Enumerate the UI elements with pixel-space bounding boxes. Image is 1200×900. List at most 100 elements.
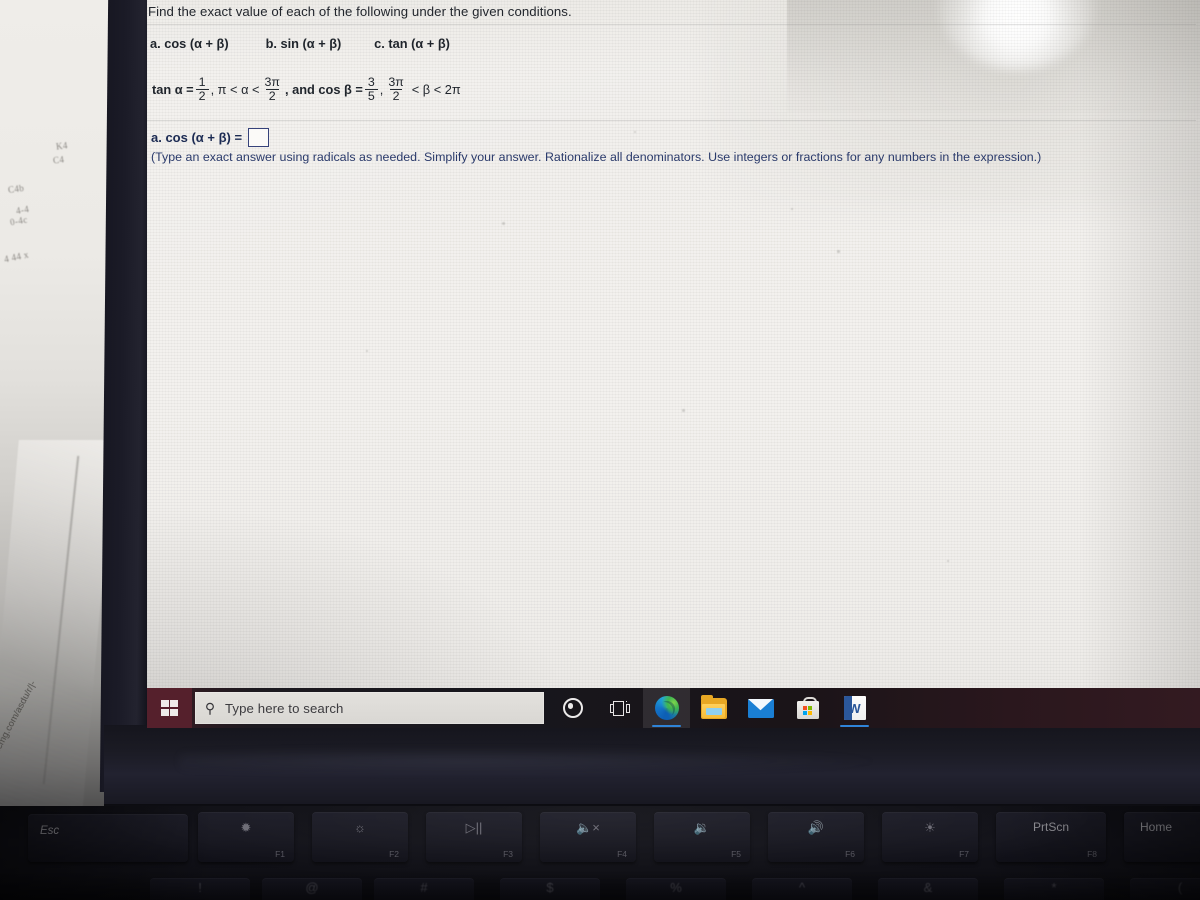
f4-key-label: F4 — [617, 849, 627, 859]
key-5[interactable]: % — [626, 878, 726, 900]
print-screen-label: PrtScn — [1032, 820, 1069, 834]
task-view-button[interactable] — [596, 688, 643, 728]
shopping-bag-icon — [796, 697, 819, 719]
cortana-circle-icon — [562, 698, 583, 718]
f1-glyph-icon: ✹ — [240, 820, 252, 835]
fraction-three-pi-over-two-b: 3π 2 — [385, 76, 406, 102]
given-lead: tan α = — [152, 81, 194, 97]
fraction-denominator: 2 — [195, 88, 209, 103]
taskbar-icon-group: W — [549, 688, 878, 728]
key-6[interactable]: ^ — [752, 878, 852, 900]
fraction-three-fifths: 3 5 — [364, 75, 378, 103]
edge-button[interactable] — [643, 688, 690, 728]
paper-note-line: C4b — [7, 182, 25, 196]
laptop-bezel-left — [99, 0, 155, 792]
laptop-keyboard: Esc ✹ F1 ☼ F2 ▷|| F3 🔈× F4 🔉 F5 🔊 F6 ☀ F… — [0, 806, 1200, 900]
search-placeholder-text: Type here to search — [225, 700, 344, 716]
folder-icon — [700, 695, 727, 719]
key-8[interactable]: * — [1004, 878, 1104, 900]
fraction-numerator: 3π — [388, 75, 404, 89]
volume-up-icon: 🔊 — [807, 820, 825, 835]
f8-key[interactable]: PrtScn F8 — [996, 812, 1106, 862]
math-problem-document: Find the exact value of each of the foll… — [147, 0, 1200, 660]
key-7[interactable]: & — [878, 878, 978, 900]
given-conditions: tan α = 1 2 , π < α < 3π 2 , and cos β =… — [152, 76, 461, 102]
paper-note-line: K4 — [55, 140, 69, 152]
key-2-label: @ — [305, 880, 319, 895]
fraction-one-half: 1 2 — [195, 75, 209, 103]
windows-taskbar: ⚲ Type here to search W — [147, 688, 1200, 728]
f6-key-label: F6 — [845, 849, 855, 859]
f6-key[interactable]: 🔊 F6 — [768, 812, 864, 862]
fraction-denominator: 2 — [389, 88, 403, 103]
choice-b-label: b. sin (α + β) — [265, 36, 342, 51]
home-key[interactable]: Home — [1124, 812, 1200, 862]
bezel-reflection — [180, 748, 880, 774]
f8-key-label: F8 — [1087, 849, 1097, 859]
esc-key[interactable]: Esc — [28, 814, 188, 862]
f5-key[interactable]: 🔉 F5 — [654, 812, 750, 862]
word-letter: W — [848, 700, 861, 716]
fraction-numerator: 3π — [264, 75, 280, 89]
play-pause-icon: ▷|| — [465, 820, 483, 835]
edge-browser-icon — [654, 696, 679, 720]
photo-of-laptop-screen: K4 C4 C4b 4-4 0-4c 4 44 x doncmg.com/asd… — [0, 0, 1200, 900]
paper-note-line: 4-4 — [15, 203, 30, 217]
document-divider — [147, 24, 1196, 25]
key-7-label: & — [923, 880, 933, 895]
given-range-beta: < β < 2π — [411, 81, 461, 97]
start-button[interactable] — [147, 688, 192, 728]
f2-key-label: F2 — [389, 849, 399, 859]
paper-note-line: C4 — [52, 154, 65, 166]
fraction-three-pi-over-two-a: 3π 2 — [262, 76, 283, 102]
f4-key[interactable]: 🔈× F4 — [540, 812, 636, 862]
key-8-label: * — [1051, 880, 1057, 895]
fraction-numerator: 3 — [367, 75, 375, 89]
f3-key-label: F3 — [503, 849, 513, 859]
answer-input-box[interactable] — [248, 128, 270, 147]
key-6-label: ^ — [798, 880, 806, 895]
f2-key[interactable]: ☼ F2 — [312, 812, 408, 862]
microsoft-store-button[interactable] — [784, 688, 831, 728]
cortana-button[interactable] — [549, 688, 596, 728]
key-4-label: $ — [546, 880, 554, 895]
f1-key[interactable]: ✹ F1 — [198, 812, 294, 862]
windows-logo-icon — [161, 700, 178, 716]
mail-button[interactable] — [737, 688, 784, 728]
key-3[interactable]: # — [374, 878, 474, 900]
choice-c-label: c. tan (α + β) — [374, 36, 450, 51]
given-comma: , — [379, 81, 384, 97]
key-9[interactable]: ( — [1130, 878, 1200, 900]
volume-down-icon: 🔉 — [693, 820, 711, 835]
key-1[interactable]: ! — [150, 878, 250, 900]
search-input[interactable]: ⚲ Type here to search — [195, 692, 544, 724]
choice-a-label: a. cos (α + β) — [150, 36, 229, 51]
answer-row: a. cos (α + β) = — [151, 128, 270, 147]
f7-key[interactable]: ☀ F7 — [882, 812, 978, 862]
home-key-label: Home — [1140, 820, 1173, 834]
fraction-denominator: 5 — [364, 88, 378, 103]
laptop-screen: Find the exact value of each of the foll… — [147, 0, 1200, 728]
file-explorer-button[interactable] — [690, 688, 737, 728]
task-view-icon — [609, 700, 630, 716]
key-1-label: ! — [198, 880, 202, 895]
key-4[interactable]: $ — [500, 878, 600, 900]
f7-key-label: F7 — [959, 849, 969, 859]
word-document-icon: W — [843, 696, 866, 720]
word-button[interactable]: W — [831, 688, 878, 728]
f3-key[interactable]: ▷|| F3 — [426, 812, 522, 862]
answer-instructions: (Type an exact answer using radicals as … — [151, 150, 1042, 164]
paper-note-line: 4 44 x — [3, 249, 30, 265]
fraction-numerator: 1 — [198, 75, 206, 89]
answer-label: a. cos (α + β) = — [151, 130, 243, 145]
document-divider-lower — [147, 120, 1196, 121]
key-5-label: % — [670, 880, 682, 895]
question-prompt: Find the exact value of each of the foll… — [148, 4, 572, 19]
key-9-label: ( — [1177, 880, 1183, 895]
f5-key-label: F5 — [731, 849, 741, 859]
paper-note-line: 0-4c — [9, 214, 29, 228]
keyboard-backlight-icon: ☀ — [924, 820, 936, 835]
volume-mute-icon: 🔈× — [576, 820, 600, 835]
search-icon: ⚲ — [204, 700, 216, 716]
key-2[interactable]: @ — [262, 878, 362, 900]
